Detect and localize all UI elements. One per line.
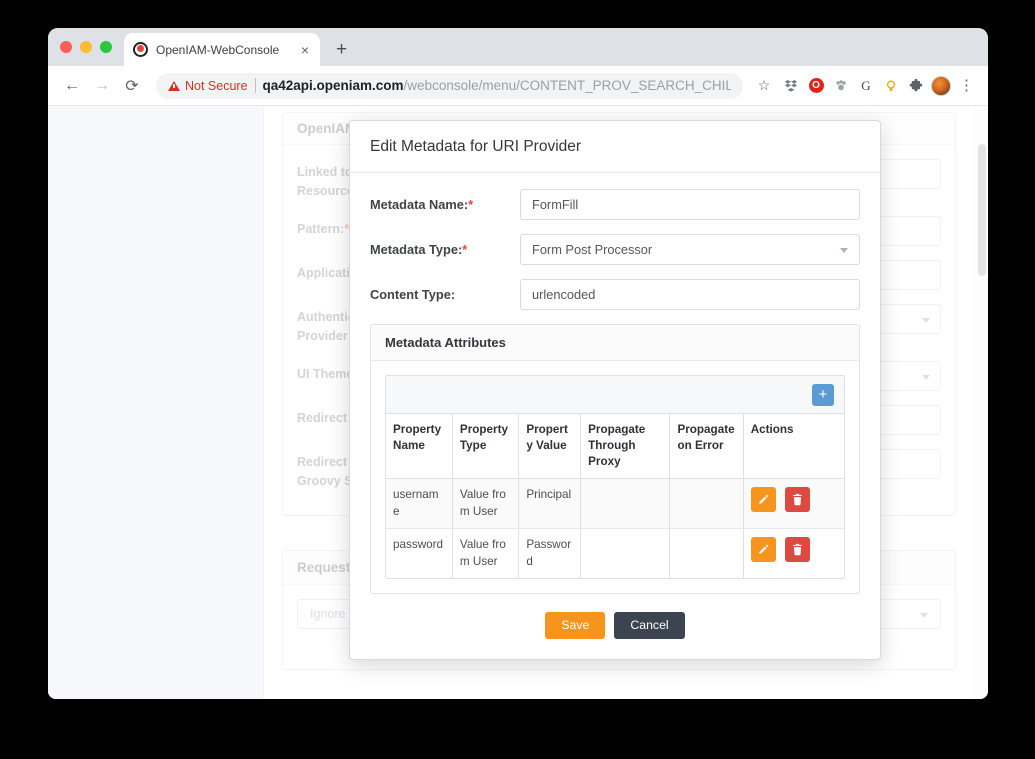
delete-row-button[interactable] bbox=[785, 487, 810, 512]
cell-propagate-through-proxy bbox=[581, 529, 670, 578]
cancel-button[interactable]: Cancel bbox=[614, 612, 684, 640]
cell-actions bbox=[743, 529, 844, 578]
field-row-metadata-type: Metadata Type:* Form Post Processor bbox=[370, 234, 860, 265]
page-viewport: OpenIAM - /tsdeleted Pattern edit for Co… bbox=[48, 106, 988, 699]
metadata-attributes-table: Property Name Property Type Property Val… bbox=[386, 414, 844, 578]
browser-menu-button[interactable]: ⋮ bbox=[955, 78, 978, 93]
cell-property-name: username bbox=[386, 479, 452, 529]
field-row-content-type: Content Type: urlencoded bbox=[370, 279, 860, 310]
table-row: password Value from User Password bbox=[386, 529, 844, 578]
cell-property-value: Principal bbox=[519, 479, 581, 529]
back-button[interactable]: ← bbox=[58, 72, 86, 100]
address-bar[interactable]: Not Secure qa42api.openiam.com/webconsol… bbox=[156, 73, 743, 99]
column-header-propagate-through-proxy: Propagate Through Proxy bbox=[581, 414, 670, 479]
puzzle-extension-icon[interactable] bbox=[904, 74, 928, 98]
input-metadata-name-value: FormFill bbox=[532, 197, 578, 212]
cell-propagate-on-error bbox=[670, 479, 743, 529]
new-tab-button[interactable]: + bbox=[336, 40, 347, 59]
cell-propagate-on-error bbox=[670, 529, 743, 578]
browser-toolbar: ← → ⟳ Not Secure qa42api.openiam.com/web… bbox=[48, 66, 988, 106]
metadata-attributes-body: + Property Name Proper bbox=[371, 361, 859, 593]
required-marker: * bbox=[462, 242, 467, 257]
not-secure-label: Not Secure bbox=[185, 79, 248, 93]
label-content-type: Content Type: bbox=[370, 287, 520, 302]
column-header-property-value: Property Value bbox=[519, 414, 581, 479]
modal-body: Metadata Name:* FormFill Metadata Type:*… bbox=[350, 173, 880, 659]
table-row: username Value from User Principal bbox=[386, 479, 844, 529]
select-metadata-type-value: Form Post Processor bbox=[532, 242, 652, 257]
openiam-favicon-icon bbox=[133, 42, 148, 57]
column-header-actions: Actions bbox=[743, 414, 844, 479]
save-button[interactable]: Save bbox=[545, 612, 605, 640]
metadata-attributes-title: Metadata Attributes bbox=[371, 325, 859, 361]
maximize-window-button[interactable] bbox=[100, 41, 112, 53]
opera-glyph: O bbox=[809, 78, 824, 93]
browser-tab[interactable]: OpenIAM-WebConsole × bbox=[124, 33, 320, 66]
tab-title: OpenIAM-WebConsole bbox=[156, 43, 291, 57]
modal-title: Edit Metadata for URI Provider bbox=[370, 138, 860, 156]
edit-metadata-modal: Edit Metadata for URI Provider Metadata … bbox=[349, 120, 881, 660]
input-metadata-name[interactable]: FormFill bbox=[520, 189, 860, 220]
avatar bbox=[931, 76, 951, 96]
close-window-button[interactable] bbox=[60, 41, 72, 53]
edit-row-button[interactable] bbox=[751, 537, 776, 562]
profile-avatar[interactable] bbox=[929, 74, 953, 98]
url-host: qa42api.openiam.com bbox=[263, 78, 404, 93]
cell-property-type: Value from User bbox=[452, 529, 518, 578]
cell-property-value: Password bbox=[519, 529, 581, 578]
opera-extension-icon[interactable]: O bbox=[804, 74, 828, 98]
cell-property-type: Value from User bbox=[452, 479, 518, 529]
column-header-property-name: Property Name bbox=[386, 414, 452, 479]
extensions-area: O G bbox=[779, 74, 953, 98]
required-marker: * bbox=[468, 197, 473, 212]
minimize-window-button[interactable] bbox=[80, 41, 92, 53]
omnibox-divider bbox=[255, 78, 256, 93]
add-attribute-button[interactable]: + bbox=[812, 384, 834, 406]
cell-property-name: password bbox=[386, 529, 452, 578]
browser-window: OpenIAM-WebConsole × + ← → ⟳ Not Secure … bbox=[48, 28, 988, 699]
cell-actions bbox=[743, 479, 844, 529]
forward-button[interactable]: → bbox=[88, 72, 116, 100]
metadata-attributes-panel: Metadata Attributes + bbox=[370, 324, 860, 594]
delete-row-button[interactable] bbox=[785, 537, 810, 562]
label-metadata-name: Metadata Name:* bbox=[370, 197, 520, 212]
browser-tabstrip: OpenIAM-WebConsole × + bbox=[48, 28, 988, 66]
window-controls bbox=[60, 41, 112, 53]
input-content-type[interactable]: urlencoded bbox=[520, 279, 860, 310]
bookmark-star-icon[interactable]: ☆ bbox=[751, 73, 777, 99]
modal-footer: Save Cancel bbox=[370, 594, 860, 660]
dropbox-extension-icon[interactable] bbox=[779, 74, 803, 98]
not-secure-indicator[interactable]: Not Secure bbox=[168, 79, 248, 93]
url-path: /webconsole/menu/CONTENT_PROV_SEARCH_CHI… bbox=[404, 78, 731, 93]
table-header-row: Property Name Property Type Property Val… bbox=[386, 414, 844, 479]
cell-propagate-through-proxy bbox=[581, 479, 670, 529]
metadata-attributes-table-wrap: + Property Name Proper bbox=[385, 375, 845, 579]
paw-extension-icon[interactable] bbox=[829, 74, 853, 98]
metadata-attributes-toolbar: + bbox=[386, 376, 844, 414]
column-header-propagate-on-error: Propagate on Error bbox=[670, 414, 743, 479]
edit-row-button[interactable] bbox=[751, 487, 776, 512]
modal-header: Edit Metadata for URI Provider bbox=[350, 121, 880, 173]
reload-button[interactable]: ⟳ bbox=[118, 72, 146, 100]
select-metadata-type[interactable]: Form Post Processor bbox=[520, 234, 860, 265]
label-metadata-type: Metadata Type:* bbox=[370, 242, 520, 257]
close-tab-icon[interactable]: × bbox=[299, 43, 311, 57]
column-header-property-type: Property Type bbox=[452, 414, 518, 479]
lightbulb-extension-icon[interactable] bbox=[879, 74, 903, 98]
google-extension-icon[interactable]: G bbox=[854, 74, 878, 98]
input-content-type-value: urlencoded bbox=[532, 287, 595, 302]
field-row-metadata-name: Metadata Name:* FormFill bbox=[370, 189, 860, 220]
warning-triangle-icon bbox=[168, 81, 180, 91]
url-text: qa42api.openiam.com/webconsole/menu/CONT… bbox=[263, 78, 732, 93]
